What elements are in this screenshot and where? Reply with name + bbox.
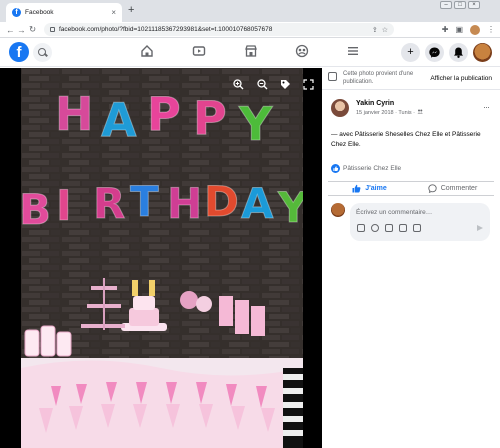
- window-controls: – □ ×: [440, 1, 480, 9]
- home-icon[interactable]: [140, 44, 154, 58]
- balloon-letter-p: P: [147, 87, 181, 141]
- balloon-letter-i: I: [56, 181, 72, 230]
- balloon-letter-y: Y: [277, 183, 303, 232]
- browser-tab[interactable]: f Facebook ×: [6, 3, 122, 22]
- tab-close-icon[interactable]: ×: [111, 8, 116, 17]
- balloon-letter-b: B: [21, 185, 51, 234]
- sticker-icon[interactable]: [413, 224, 421, 232]
- reload-icon[interactable]: ↻: [27, 24, 38, 35]
- comment-input[interactable]: Écrivez un commentaire…: [356, 209, 432, 216]
- balloon-letter-r: R: [93, 179, 125, 228]
- tab-title: Facebook: [25, 9, 54, 16]
- post-details-panel: Cette photo provient d'une publication. …: [322, 68, 500, 448]
- post-date-text[interactable]: 15 janvier 2018 · Tunis ·: [356, 110, 417, 116]
- facebook-favicon-icon: f: [12, 8, 21, 17]
- reaction-summary[interactable]: Pâtisserie Chez Elle: [331, 164, 401, 173]
- publication-notice: Cette photo provient d'une publication. …: [322, 68, 500, 90]
- comment-label: Commenter: [440, 185, 478, 192]
- comment-tools: [357, 224, 421, 232]
- post-date: 15 janvier 2018 · Tunis ·: [356, 109, 423, 116]
- url-text[interactable]: facebook.com/photo/?fbid=102111853672939…: [59, 26, 368, 33]
- camera-icon[interactable]: [385, 224, 393, 232]
- friends-audience-icon: [417, 109, 423, 114]
- browser-extensions: ✚ ▣ ⋮: [442, 24, 495, 35]
- author-avatar[interactable]: [331, 99, 349, 117]
- minimize-button[interactable]: –: [440, 1, 452, 9]
- watch-video-icon[interactable]: [192, 44, 206, 58]
- send-icon[interactable]: [477, 225, 483, 231]
- balloon-letter-t: T: [130, 177, 159, 226]
- messenger-icon: [429, 47, 440, 58]
- photo-viewer: HAPPY BIRTHDAY: [0, 68, 322, 448]
- emoji-icon[interactable]: [371, 224, 379, 232]
- post-author: Yakin Cyrin 15 janvier 2018 · Tunis ·: [331, 99, 423, 117]
- fullscreen-icon[interactable]: [303, 79, 314, 90]
- post-actions: J'aime Commenter: [328, 181, 494, 196]
- thumbs-up-icon: [352, 184, 361, 193]
- browser-tab-strip: f Facebook × + – □ ×: [0, 0, 500, 22]
- reaction-names[interactable]: Pâtisserie Chez Elle: [343, 165, 401, 172]
- post-caption: — avec Pâtisserie Sheselles Chez Elle et…: [331, 131, 481, 148]
- author-meta: Yakin Cyrin 15 janvier 2018 · Tunis ·: [356, 100, 423, 116]
- lock-icon[interactable]: [50, 27, 55, 32]
- address-bar[interactable]: facebook.com/photo/?fbid=102111853672939…: [44, 23, 394, 36]
- side-panel-icon[interactable]: ▣: [455, 25, 463, 34]
- composer-avatar[interactable]: [331, 203, 345, 217]
- balloon-letter-h: H: [55, 87, 94, 141]
- comment-input-box[interactable]: Écrivez un commentaire…: [350, 203, 490, 241]
- address-toolbar: ← → ↻ facebook.com/photo/?fbid=102111853…: [0, 22, 500, 38]
- search-icon[interactable]: [33, 43, 52, 62]
- balloon-letter-y: Y: [238, 97, 273, 151]
- more-options-button[interactable]: ···: [483, 102, 490, 112]
- balloon-letter-a: A: [241, 179, 274, 228]
- photo[interactable]: HAPPY BIRTHDAY: [21, 68, 303, 448]
- comment-bubble-icon: [428, 184, 437, 193]
- create-button[interactable]: +: [401, 43, 420, 62]
- profile-avatar[interactable]: [470, 24, 480, 35]
- view-publication-button[interactable]: Afficher la publication: [428, 73, 494, 84]
- author-name[interactable]: Yakin Cyrin: [356, 100, 423, 107]
- balloon-letter-h: H: [167, 179, 202, 228]
- maximize-button[interactable]: □: [454, 1, 466, 9]
- groups-icon[interactable]: [295, 44, 309, 58]
- like-reaction-icon: [331, 164, 340, 173]
- close-window-button[interactable]: ×: [468, 1, 480, 9]
- new-tab-button[interactable]: +: [128, 4, 134, 16]
- like-button[interactable]: J'aime: [328, 182, 411, 195]
- forward-icon[interactable]: →: [16, 25, 27, 35]
- zoom-in-icon[interactable]: [233, 79, 244, 90]
- account-avatar-button[interactable]: [473, 43, 492, 62]
- balloon-letter-d: D: [204, 177, 239, 226]
- messenger-button[interactable]: [425, 43, 444, 62]
- info-icon: [328, 72, 337, 81]
- marketplace-icon[interactable]: [244, 44, 258, 58]
- tag-icon[interactable]: [280, 79, 291, 90]
- extensions-puzzle-icon[interactable]: ✚: [442, 25, 449, 34]
- comment-button[interactable]: Commenter: [411, 182, 494, 195]
- bell-icon: [454, 47, 463, 58]
- balloon-letter-p: P: [193, 91, 227, 145]
- like-label: J'aime: [365, 185, 387, 192]
- back-icon[interactable]: ←: [5, 25, 16, 35]
- share-icon[interactable]: ⇪: [372, 26, 378, 34]
- birthday-party-photo: HAPPY BIRTHDAY: [21, 68, 303, 448]
- notifications-button[interactable]: [449, 43, 468, 62]
- menu-hamburger-icon[interactable]: [346, 44, 360, 58]
- balloon-letter-a: A: [101, 93, 137, 147]
- zoom-out-icon[interactable]: [257, 79, 268, 90]
- facebook-logo[interactable]: f: [9, 42, 29, 62]
- browser-menu-icon[interactable]: ⋮: [487, 25, 495, 34]
- avatar-sticker-icon[interactable]: [357, 224, 365, 232]
- bookmark-star-icon[interactable]: ☆: [382, 26, 388, 34]
- notice-text: Cette photo provient d'une publication.: [343, 71, 414, 85]
- gif-icon[interactable]: [399, 224, 407, 232]
- facebook-header: f +: [0, 39, 500, 67]
